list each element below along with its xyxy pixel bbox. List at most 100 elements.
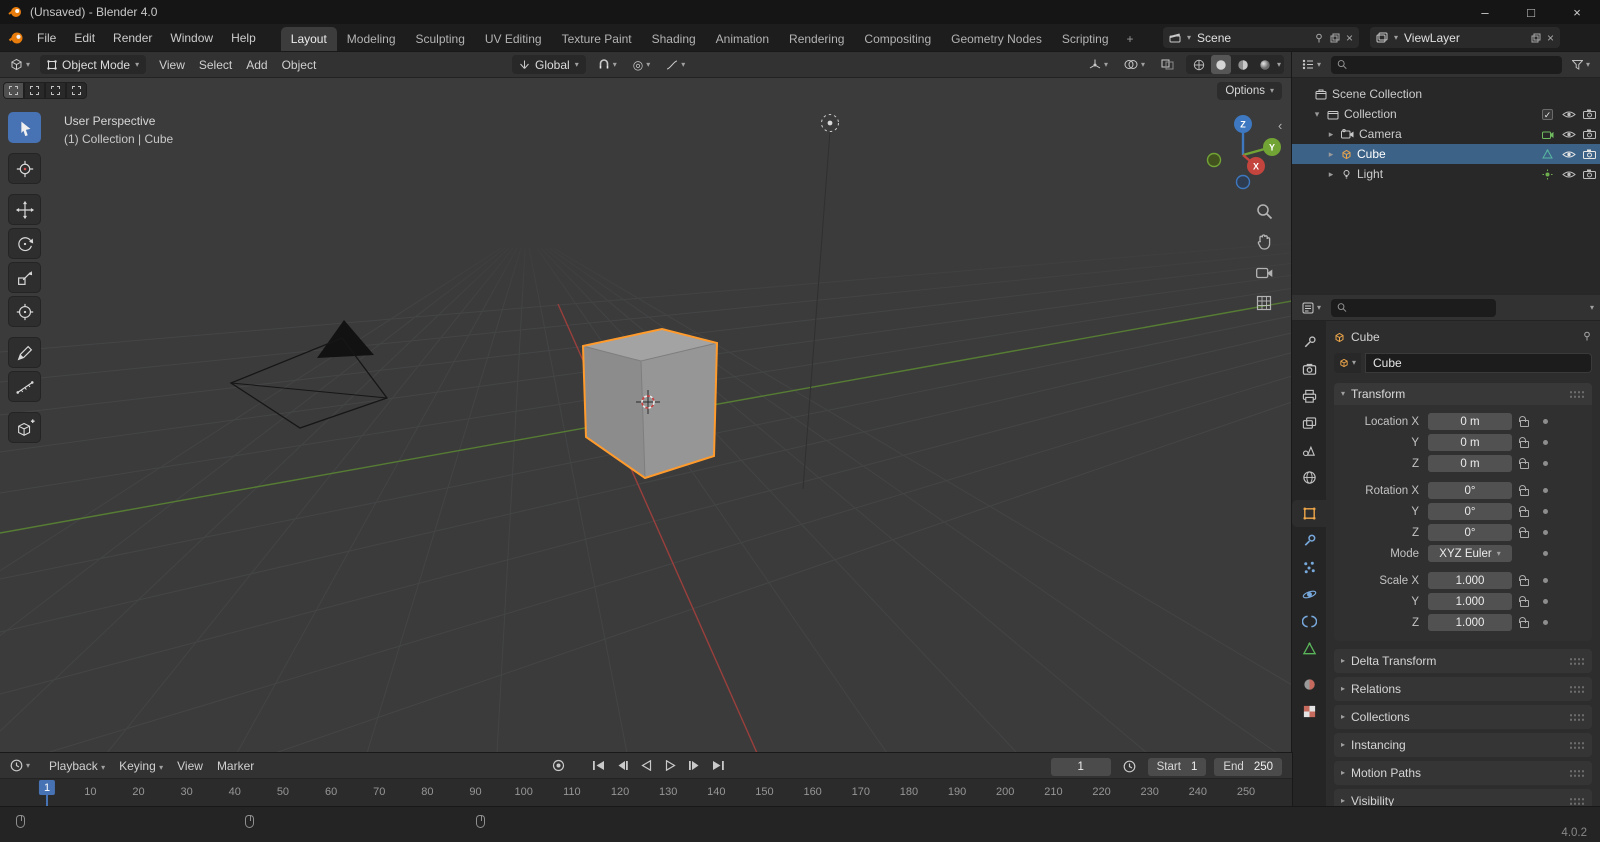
maximize-button[interactable]: □ [1508,0,1554,24]
menu-edit[interactable]: Edit [65,24,104,52]
toggle-orthographic-icon[interactable] [1253,292,1275,314]
hide-eye-icon[interactable] [1558,170,1579,179]
lock-icon[interactable] [1512,617,1536,628]
lock-icon[interactable] [1512,416,1536,427]
rotation-z-field[interactable]: 0° [1428,524,1512,541]
location-x-field[interactable]: 0 m [1428,413,1512,430]
zoom-icon[interactable] [1253,200,1275,222]
hide-eye-icon[interactable] [1558,150,1579,159]
panel-grip-handle[interactable] [1569,740,1585,750]
scale-z-field[interactable]: 1.000 [1428,614,1512,631]
workspace-tab-scripting[interactable]: Scripting [1052,27,1119,52]
panel-grip-handle[interactable] [1569,768,1585,778]
rotation-x-field[interactable]: 0° [1428,482,1512,499]
workspace-tab-animation[interactable]: Animation [706,27,779,52]
tool-add-cube[interactable] [8,412,41,443]
pin-id-icon[interactable] [1582,330,1592,344]
outliner-row-collection[interactable]: ▾ Collection ✓ [1292,104,1600,124]
blender-menu-icon[interactable] [8,30,24,46]
next-keyframe-button[interactable] [684,756,704,775]
tool-annotate[interactable] [8,337,41,368]
menu-window[interactable]: Window [161,24,222,52]
properties-tab-particles[interactable] [1294,554,1324,581]
properties-options-dropdown[interactable]: ▾ [1590,303,1594,312]
section-relations[interactable]: ▸ Relations [1334,677,1592,701]
properties-tab-object-data[interactable] [1294,635,1324,662]
playhead-current-frame[interactable]: 1 [38,780,56,795]
properties-tab-scene[interactable] [1294,437,1324,464]
menu-playback[interactable]: Playback ▾ [42,759,112,773]
rotation-y-field[interactable]: 0° [1428,503,1512,520]
previous-keyframe-button[interactable] [612,756,632,775]
hide-eye-icon[interactable] [1558,130,1579,139]
section-motion-paths[interactable]: ▸ Motion Paths [1334,761,1592,785]
properties-tab-render[interactable] [1294,356,1324,383]
panel-grip-handle[interactable] [1569,796,1585,806]
animate-dot[interactable] [1536,620,1554,625]
jump-to-start-button[interactable] [588,756,608,775]
pan-hand-icon[interactable] [1253,230,1275,252]
properties-tab-material[interactable] [1294,671,1324,698]
object-name-input[interactable] [1365,353,1592,373]
location-z-field[interactable]: 0 m [1428,455,1512,472]
lock-icon[interactable] [1512,596,1536,607]
animate-dot[interactable] [1536,461,1554,466]
workspace-tab-rendering[interactable]: Rendering [779,27,854,52]
pin-icon[interactable] [1314,33,1324,43]
jump-to-end-button[interactable] [708,756,728,775]
tool-select-box[interactable] [8,112,41,143]
properties-tab-tool[interactable] [1294,329,1324,356]
sidebar-toggle-icon[interactable]: ‹ [1278,118,1282,133]
play-button[interactable] [660,756,680,775]
properties-tab-view-layer[interactable] [1294,410,1324,437]
render-camera-icon[interactable] [1579,129,1600,139]
properties-tab-constraints[interactable] [1294,608,1324,635]
panel-grip-handle[interactable] [1569,684,1585,694]
render-camera-icon[interactable] [1579,169,1600,179]
properties-tab-world[interactable] [1294,464,1324,491]
camera-view-icon[interactable] [1253,261,1275,283]
render-camera-icon[interactable] [1579,149,1600,159]
tool-measure[interactable] [8,371,41,402]
properties-tab-modifiers[interactable] [1294,527,1324,554]
properties-tab-physics[interactable] [1294,581,1324,608]
outliner-search[interactable] [1331,55,1562,74]
properties-search-input[interactable] [1351,301,1491,314]
current-frame-field[interactable]: 1 [1050,757,1111,776]
show-gizmo-button[interactable]: ▾ [1085,55,1112,74]
menu-select[interactable]: Select [192,58,239,72]
workspace-tab-shading[interactable]: Shading [642,27,706,52]
gizmo-axis-neg-z[interactable] [1235,174,1251,190]
select-mode-set[interactable] [3,82,24,99]
mode-dropdown[interactable]: Object Mode ▾ [40,55,147,74]
section-visibility[interactable]: ▸ Visibility [1334,789,1592,806]
lock-icon[interactable] [1512,575,1536,586]
section-collections[interactable]: ▸ Collections [1334,705,1592,729]
tool-move[interactable] [8,194,41,225]
animate-dot[interactable] [1536,551,1554,556]
properties-tab-output[interactable] [1294,383,1324,410]
scale-x-field[interactable]: 1.000 [1428,572,1512,589]
outliner-row-scene-collection[interactable]: Scene Collection [1292,84,1600,104]
workspace-tab-sculpting[interactable]: Sculpting [406,27,475,52]
hide-eye-icon[interactable] [1558,110,1579,119]
animate-dot[interactable] [1536,599,1554,604]
menu-add[interactable]: Add [239,58,274,72]
viewlayer-selector[interactable]: ▾ ViewLayer × [1370,27,1560,48]
animate-dot[interactable] [1536,578,1554,583]
gizmo-axis-neg-y[interactable] [1206,152,1222,168]
outliner-filter-button[interactable]: ▾ [1568,55,1594,74]
play-reverse-button[interactable] [636,756,656,775]
snap-toggle-button[interactable]: ▾ [594,55,621,74]
animate-dot[interactable] [1536,440,1554,445]
menu-render[interactable]: Render [104,24,161,52]
minimize-button[interactable]: – [1462,0,1508,24]
section-instancing[interactable]: ▸ Instancing [1334,733,1592,757]
lock-icon[interactable] [1512,506,1536,517]
animate-dot[interactable] [1536,488,1554,493]
location-y-field[interactable]: 0 m [1428,434,1512,451]
tool-rotate[interactable] [8,228,41,259]
properties-editor-type-button[interactable]: ▾ [1298,298,1325,317]
shading-solid-button[interactable] [1210,55,1231,74]
collection-checkbox[interactable]: ✓ [1542,108,1553,120]
